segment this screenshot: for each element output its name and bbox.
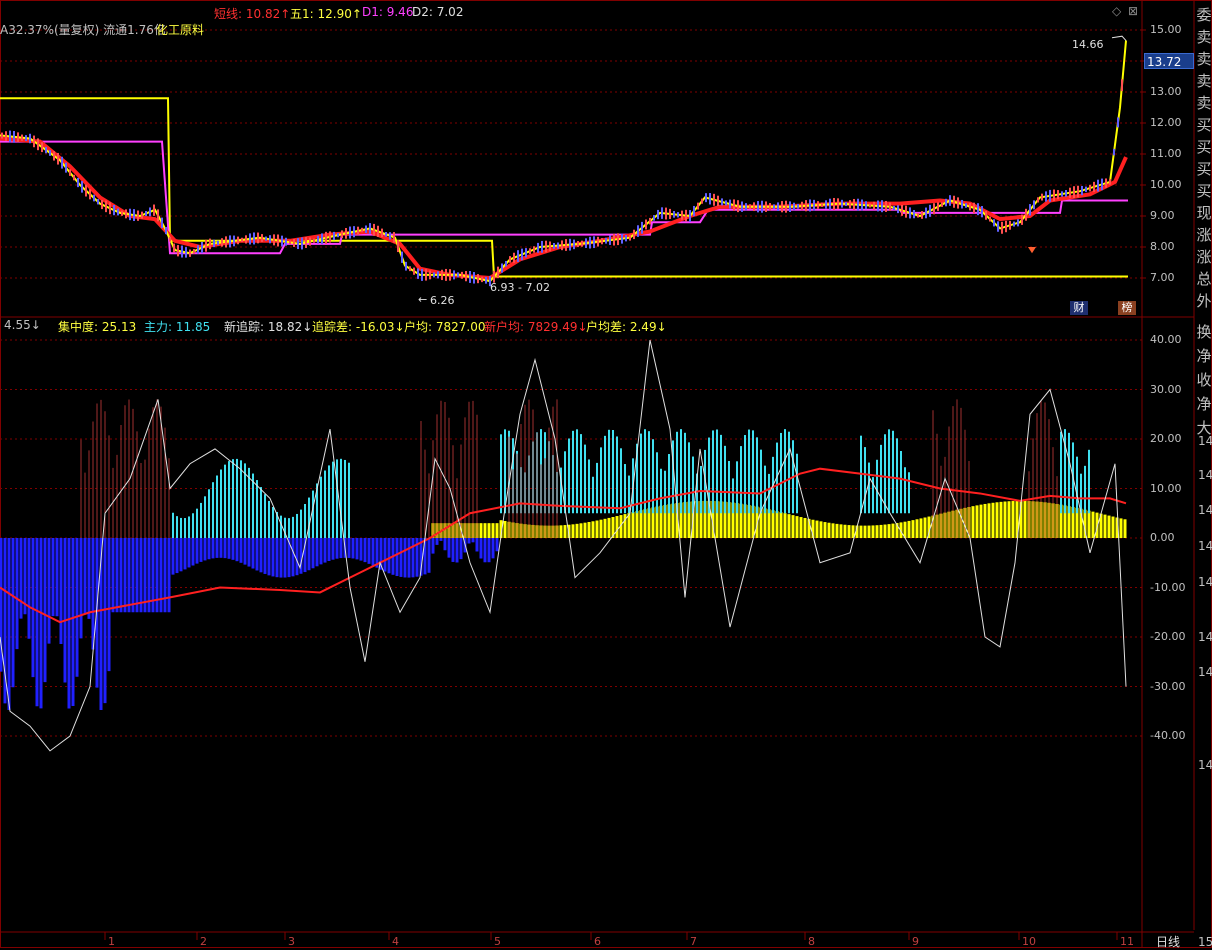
date-tick-label: 4 <box>392 935 399 948</box>
ind-tick-label: -10.00 <box>1150 580 1186 594</box>
low-annotation-arrow: ← <box>418 293 428 306</box>
quote-panel-labels: 委卖卖卖卖买买买买现涨涨总外 <box>1196 4 1212 312</box>
quote-label: 买 <box>1196 116 1212 134</box>
ind-new-track: 新追踪: 18.82↓ <box>224 320 313 334</box>
quote-label: 买 <box>1196 138 1212 156</box>
quote-number: 14 <box>1198 539 1212 553</box>
quote-label: 卖 <box>1196 94 1212 112</box>
quote-label: 净 <box>1196 395 1212 413</box>
ind-track-diff: 追踪差: -16.03↓ <box>312 320 405 334</box>
quote-label: 收 <box>1196 371 1212 389</box>
price-tick-label: 7.00 <box>1150 271 1175 284</box>
quote-label: 涨 <box>1196 248 1212 266</box>
date-tick-label: 9 <box>912 935 919 948</box>
quote-label: 涨 <box>1196 226 1212 244</box>
share-info: A32.37%(量复权) 流通1.76亿 <box>0 23 166 37</box>
quote-number: 14 <box>1198 665 1212 679</box>
rank-button[interactable]: 榜 <box>1118 301 1136 315</box>
quote-number: 14 <box>1198 468 1212 482</box>
quote-number: 14 <box>1198 434 1212 448</box>
ind-new-hu-jun: 新户均: 7829.49↓ <box>484 320 588 334</box>
close-icon[interactable]: ⊠ <box>1128 4 1138 18</box>
price-tick-label: 9.00 <box>1150 209 1175 222</box>
signal-marker <box>1028 247 1036 254</box>
d2-value: D2: 7.02 <box>412 5 464 19</box>
ind-concentration: 集中度: 25.13 <box>58 320 137 334</box>
ind-hu-jun-diff: 户均差: 2.49↓ <box>586 320 667 334</box>
date-tick-label: 6 <box>594 935 601 948</box>
low-annotation: 6.26 <box>430 294 455 307</box>
price-tick-label: 11.00 <box>1150 147 1182 160</box>
price-tick-label: 15.00 <box>1150 23 1182 36</box>
price-tick-label: 13.00 <box>1150 85 1182 98</box>
ind-tick-label: 0.00 <box>1150 531 1175 544</box>
high-pointer <box>1111 35 1127 41</box>
ind-tick-label: 30.00 <box>1150 382 1182 396</box>
quote-number: 14 <box>1198 503 1212 517</box>
diamond-icon[interactable]: ◇ <box>1112 4 1121 18</box>
quote-number: 15 <box>1198 935 1212 949</box>
finance-button[interactable]: 财 <box>1070 301 1088 315</box>
quote-label: 换 <box>1196 323 1212 341</box>
date-tick-label: 10 <box>1022 935 1036 948</box>
quote-number: 14 <box>1198 630 1212 644</box>
quote-label: 现 <box>1196 204 1212 222</box>
ind-tick-label: -20.00 <box>1150 630 1186 643</box>
ind-tick-label: 20.00 <box>1150 432 1182 445</box>
quote-panel-labels-2: 换净收净大 <box>1196 320 1212 440</box>
price-tick-label: 10.00 <box>1150 178 1182 191</box>
date-tick-label: 11 <box>1120 935 1134 948</box>
quote-number: 14 <box>1198 575 1212 589</box>
five-value: 五1: 12.90↑ <box>290 7 362 21</box>
quote-label: 买 <box>1196 182 1212 200</box>
ind-tick-label: 40.00 <box>1150 333 1182 346</box>
short-line-value: 短线: 10.82↑ <box>214 7 291 21</box>
date-tick-label: 2 <box>200 935 207 948</box>
ind-v1: 4.55↓ <box>4 318 41 332</box>
date-tick-label: 1 <box>108 935 115 948</box>
quote-label: 卖 <box>1196 28 1212 46</box>
date-tick-label: 3 <box>288 935 295 948</box>
range-annotation: 6.93 - 7.02 <box>490 281 550 294</box>
chart-canvas[interactable] <box>0 0 1212 948</box>
quote-label: 委 <box>1196 6 1212 24</box>
date-tick-label: 8 <box>808 935 815 948</box>
ind-tick-label: 10.00 <box>1150 481 1182 495</box>
ind-tick-label: -30.00 <box>1150 679 1186 693</box>
price-tick-label: 12.00 <box>1150 116 1182 129</box>
ind-main: 主力: 11.85 <box>144 320 211 334</box>
quote-label: 外 <box>1196 292 1212 310</box>
date-tick-label: 5 <box>494 935 501 948</box>
period-label[interactable]: 日线 <box>1156 933 1180 950</box>
quote-label: 净 <box>1196 347 1212 365</box>
current-price-badge: 13.72 <box>1144 53 1194 69</box>
quote-label: 卖 <box>1196 72 1212 90</box>
quote-number: 14 <box>1198 758 1212 772</box>
ind-hu-jun: 户均: 7827.00 <box>404 320 486 334</box>
price-tick-label: 8.00 <box>1150 240 1175 253</box>
industry-label[interactable]: 化工原料 <box>156 21 204 38</box>
d1-value: D1: 9.46 <box>362 5 414 19</box>
quote-label: 卖 <box>1196 50 1212 68</box>
high-annotation: 14.66 <box>1072 38 1104 51</box>
quote-label: 总 <box>1196 270 1212 288</box>
quote-label: 买 <box>1196 160 1212 178</box>
date-tick-label: 7 <box>690 935 697 948</box>
ind-tick-label: -40.00 <box>1150 729 1186 742</box>
